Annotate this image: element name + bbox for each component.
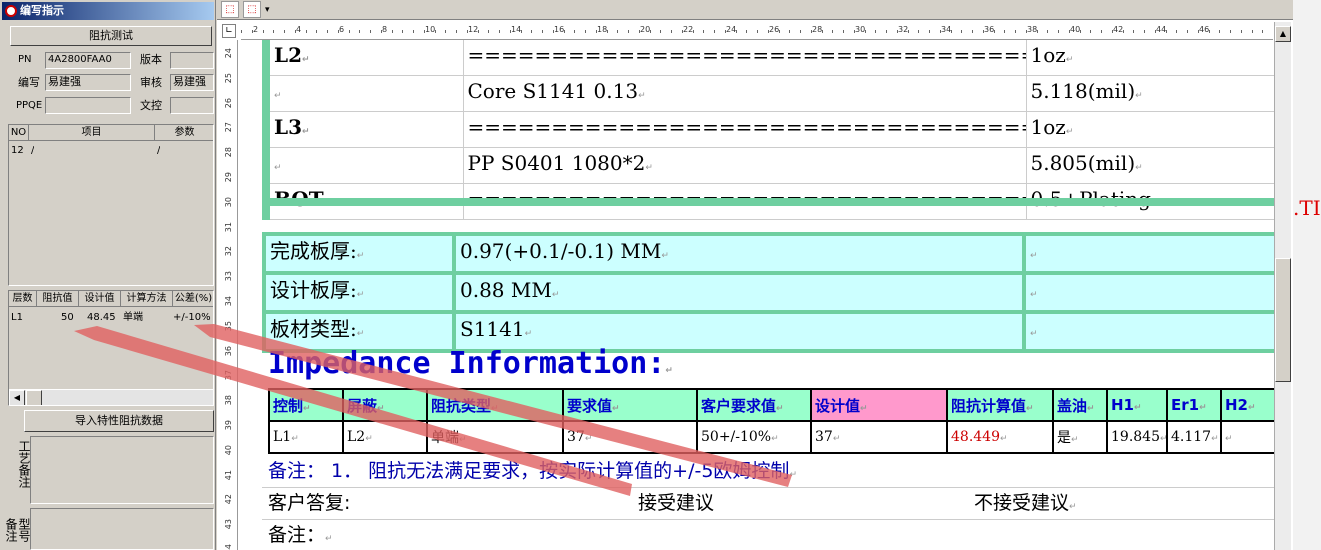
annotation-arrows — [74, 324, 792, 496]
arrow-note-to-tolerance — [194, 324, 792, 487]
arrow-accept-to-impedance — [74, 326, 632, 496]
